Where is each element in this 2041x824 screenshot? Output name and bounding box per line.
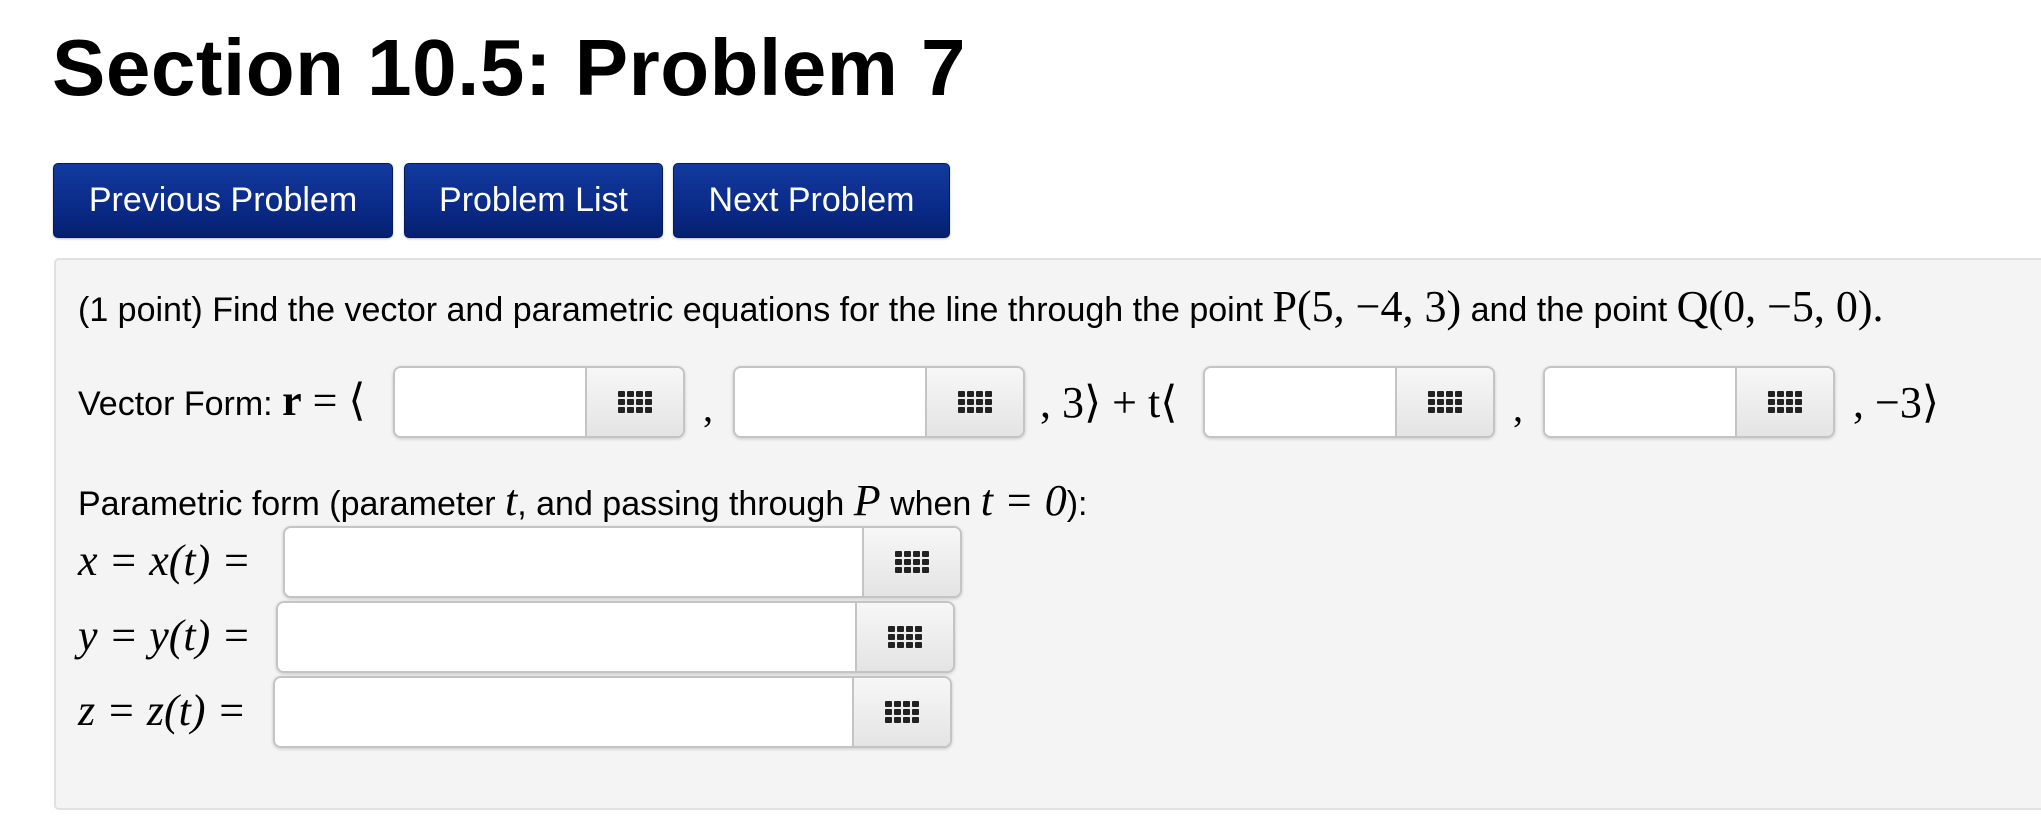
equation-editor-button[interactable] [585, 368, 683, 436]
y-input[interactable] [278, 603, 855, 671]
page-title: Section 10.5: Problem 7 [52, 23, 967, 112]
vector-direction-y-input[interactable] [1545, 368, 1735, 436]
equation-editor-button[interactable] [862, 528, 960, 596]
equation-editor-grid-icon [618, 391, 652, 413]
vector-direction-y-field [1543, 366, 1835, 438]
equation-editor-grid-icon [1768, 391, 1802, 413]
t-equals-zero: t = 0 [980, 476, 1067, 525]
equals-open-bracket: = ⟨ [312, 376, 366, 425]
equation-editor-grid-icon [885, 701, 919, 723]
problem-statement: (1 point) Find the vector and parametric… [78, 285, 1884, 330]
next-problem-button[interactable]: Next Problem [673, 163, 950, 238]
point-p: P(5, −4, 3) [1272, 282, 1462, 331]
vector-point-y-field [733, 366, 1025, 438]
z-equation-label: z = z(t) = [78, 686, 247, 735]
r-symbol: r [282, 376, 302, 425]
y-equation-label: y = y(t) = [78, 611, 251, 660]
x-field [283, 526, 962, 598]
z-field [273, 676, 952, 748]
vector-comma-1: , [703, 385, 713, 430]
points-label: (1 point) [78, 291, 203, 329]
vector-point-y-input[interactable] [735, 368, 925, 436]
x-input[interactable] [285, 528, 862, 596]
y-field [276, 601, 955, 673]
statement-text-2: and the point [1470, 291, 1668, 329]
x-equation-label: x = x(t) = [78, 536, 251, 585]
equation-editor-button[interactable] [852, 678, 950, 746]
equation-editor-grid-icon [888, 626, 922, 648]
equation-editor-grid-icon [958, 391, 992, 413]
vector-tail-text: , −3⟩ [1853, 378, 1939, 427]
equation-editor-button[interactable] [855, 603, 953, 671]
t-variable: t [505, 476, 518, 525]
equation-editor-button[interactable] [925, 368, 1023, 436]
vector-point-x-input[interactable] [395, 368, 585, 436]
equation-editor-button[interactable] [1395, 368, 1493, 436]
point-q: Q(0, −5, 0). [1676, 282, 1884, 331]
vector-direction-x-field [1203, 366, 1495, 438]
vector-point-x-field [393, 366, 685, 438]
equation-editor-grid-icon [895, 551, 929, 573]
problem-list-button[interactable]: Problem List [404, 163, 663, 238]
vector-form-label: Vector Form: r = ⟨ [78, 376, 366, 425]
previous-problem-button[interactable]: Previous Problem [53, 163, 393, 238]
z-input[interactable] [275, 678, 852, 746]
p-variable: P [853, 476, 881, 525]
vector-comma-2: , [1513, 385, 1523, 430]
vector-direction-x-input[interactable] [1205, 368, 1395, 436]
vector-mid-text: , 3⟩ + t⟨ [1040, 378, 1178, 427]
statement-text-1: Find the vector and parametric equations… [212, 291, 1264, 329]
equation-editor-grid-icon [1428, 391, 1462, 413]
equation-editor-button[interactable] [1735, 368, 1833, 436]
parametric-intro: Parametric form (parameter t, and passin… [78, 476, 1088, 525]
